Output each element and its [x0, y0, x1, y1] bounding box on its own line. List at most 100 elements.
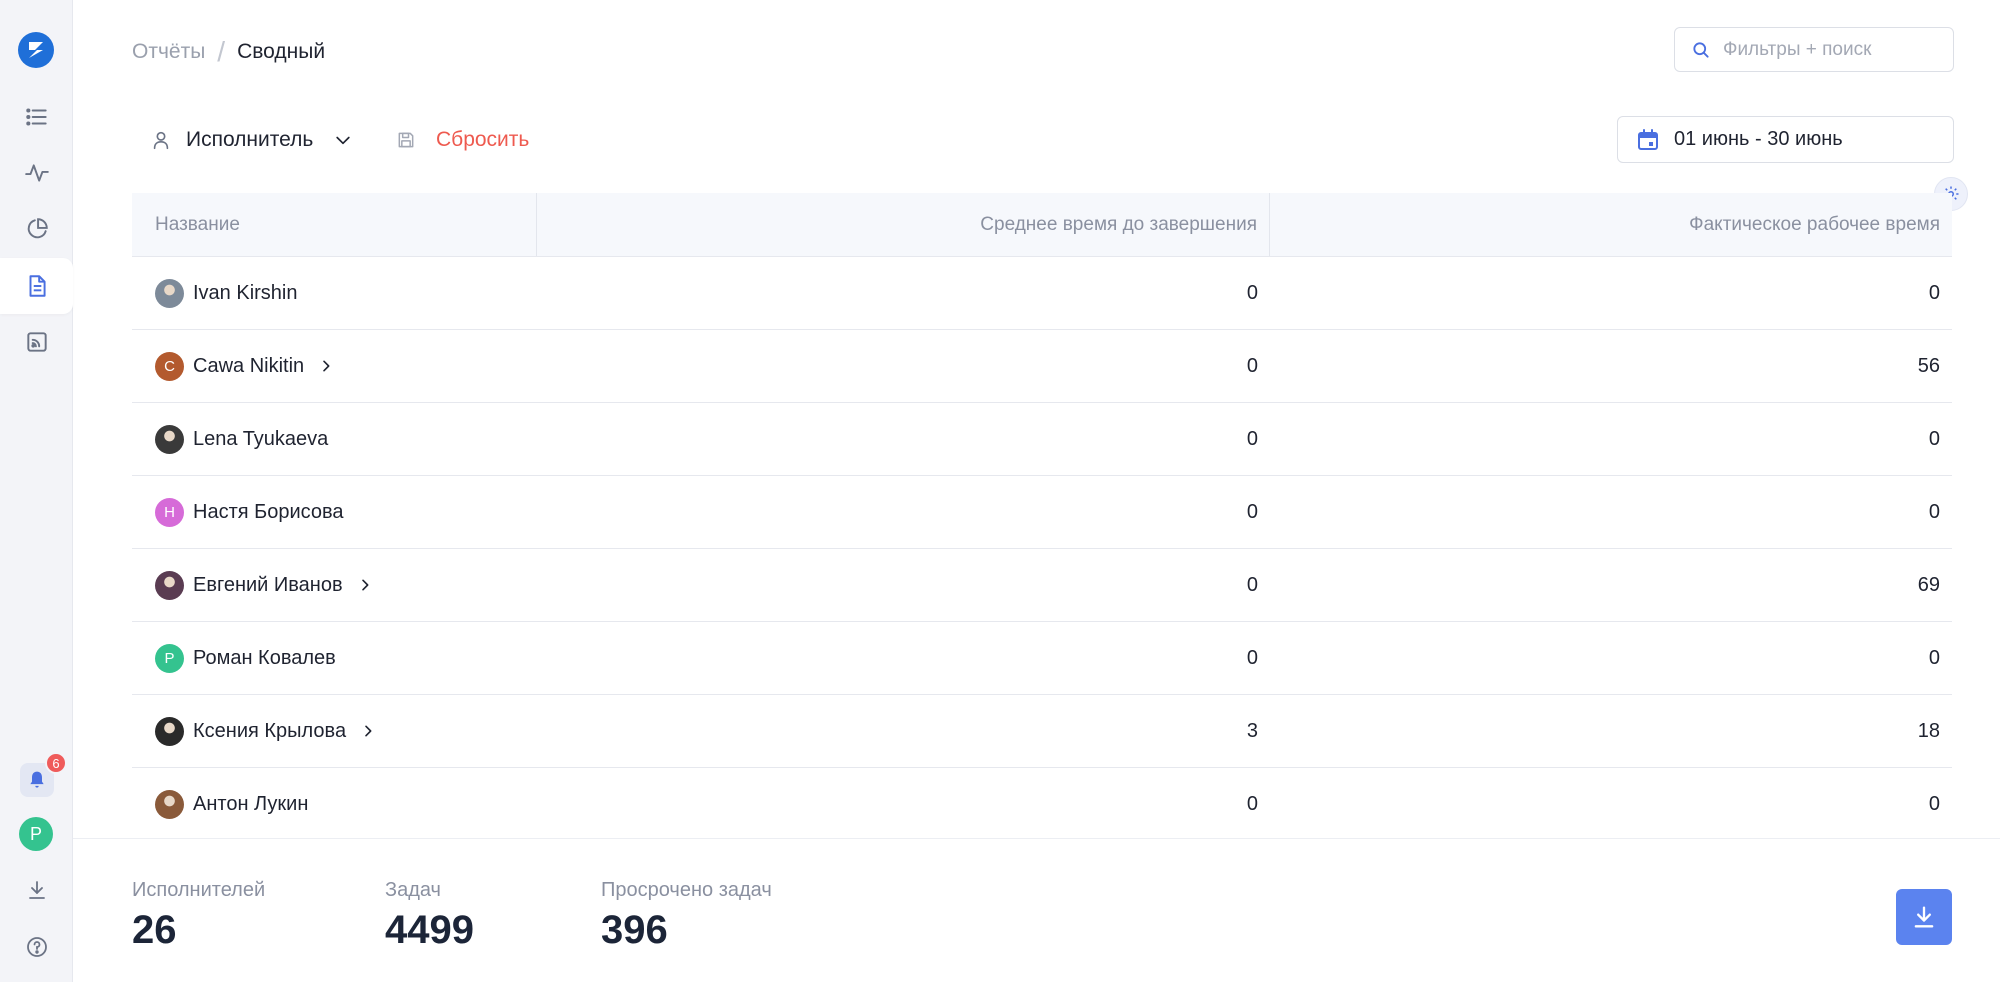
assignee-name[interactable]: Ivan Kirshin — [193, 282, 298, 305]
cell-avg-time: 0 — [1246, 354, 1258, 377]
stat-value: 4499 — [385, 908, 474, 952]
table-body: Ivan Kirshin 0 0 C Cawa Nikitin 0 56 Lena Tyuka… — [132, 257, 1952, 841]
assignee-name[interactable]: Роман Ковалев — [193, 647, 336, 670]
list-icon — [25, 108, 47, 126]
assignee-name[interactable]: Антон Лукин — [193, 793, 308, 816]
cell-name: Ivan Kirshin — [132, 278, 537, 308]
date-range-picker[interactable]: 01 июнь - 30 июнь — [1617, 116, 1954, 163]
cell-avg-time: 3 — [1246, 719, 1258, 742]
calendar-icon — [1638, 128, 1658, 150]
download-icon — [28, 881, 45, 899]
table-row[interactable]: C Cawa Nikitin 0 56 — [132, 330, 1952, 403]
breadcrumb-current: Сводный — [237, 40, 326, 63]
avatar: Н — [155, 497, 184, 527]
stat-tasks: Задач 4499 — [385, 879, 474, 953]
avatar — [155, 278, 184, 308]
notifications-badge: 6 — [45, 752, 67, 774]
table-header: Название Среднее время до завершения Фак… — [132, 193, 1952, 257]
summary-footer: Исполнителей 26 Задач 4499 Просрочено за… — [73, 838, 2000, 982]
group-by-label: Исполнитель — [186, 128, 314, 151]
avatar — [155, 716, 184, 746]
report-table: Название Среднее время до завершения Фак… — [132, 193, 1952, 841]
cell-avg-time: 0 — [1246, 500, 1258, 523]
table-row[interactable]: Антон Лукин 0 0 — [132, 768, 1952, 841]
cell-name: Антон Лукин — [132, 789, 537, 819]
assignee-name[interactable]: Настя Борисова — [193, 501, 344, 524]
nav-feed[interactable] — [0, 314, 73, 370]
table-row[interactable]: Р Роман Ковалев 0 0 — [132, 622, 1952, 695]
save-icon — [398, 132, 414, 148]
stat-label: Просрочено задач — [601, 879, 772, 901]
cell-actual-time: 18 — [1917, 719, 1940, 742]
bell-icon — [30, 771, 44, 788]
logo-icon[interactable] — [18, 32, 54, 68]
table-row[interactable]: Ксения Крылова 3 18 — [132, 695, 1952, 768]
nav-activity[interactable] — [0, 145, 73, 201]
chevron-right-icon[interactable] — [318, 358, 334, 374]
stat-label: Исполнителей — [132, 879, 266, 901]
avatar — [155, 789, 184, 819]
avatar — [155, 570, 184, 600]
nav-tasks[interactable] — [0, 89, 73, 145]
stat-label: Задач — [385, 879, 441, 901]
chevron-down-icon — [336, 136, 350, 145]
date-range-label: 01 июнь - 30 июнь — [1674, 128, 1843, 150]
stat-overdue: Просрочено задач 396 — [601, 879, 772, 953]
assignee-name[interactable]: Ксения Крылова — [193, 720, 346, 743]
cell-actual-time: 56 — [1917, 354, 1940, 377]
nav-analytics[interactable] — [0, 201, 73, 257]
cell-name: C Cawa Nikitin — [132, 351, 537, 381]
chevron-right-icon[interactable] — [360, 723, 376, 739]
assignee-name[interactable]: Lena Tyukaeva — [193, 428, 328, 451]
cell-actual-time: 0 — [1928, 281, 1940, 304]
help-button[interactable] — [0, 927, 73, 967]
table-row[interactable]: Ivan Kirshin 0 0 — [132, 257, 1952, 330]
breadcrumb-separator: / — [217, 36, 226, 67]
reset-button[interactable]: Сбросить — [396, 128, 529, 152]
nav-reports[interactable] — [0, 258, 73, 314]
cell-avg-time: 0 — [1246, 427, 1258, 450]
column-header-name[interactable]: Название — [132, 193, 537, 256]
cell-avg-time: 0 — [1246, 281, 1258, 304]
cell-actual-time: 0 — [1928, 646, 1940, 669]
cell-actual-time: 0 — [1928, 500, 1940, 523]
cell-name: Р Роман Ковалев — [132, 643, 537, 673]
group-by-dropdown[interactable]: Исполнитель — [150, 128, 353, 152]
assignee-name[interactable]: Cawa Nikitin — [193, 355, 304, 378]
feed-icon — [26, 332, 47, 352]
avatar: Р — [155, 643, 184, 673]
column-header-avg-time[interactable]: Среднее время до завершения — [537, 193, 1270, 256]
export-button[interactable] — [1896, 889, 1952, 945]
breadcrumb-parent[interactable]: Отчёты — [132, 40, 205, 64]
document-icon — [29, 275, 46, 297]
cell-name: Lena Tyukaeva — [132, 424, 537, 454]
download-icon — [1914, 906, 1934, 928]
search-icon — [1693, 41, 1709, 58]
cell-name: Н Настя Борисова — [132, 497, 537, 527]
search-input[interactable] — [1723, 38, 1943, 61]
avatar — [155, 424, 184, 454]
cell-avg-time: 0 — [1246, 792, 1258, 815]
pie-chart-icon — [27, 218, 48, 239]
column-header-actual-time[interactable]: Фактическое рабочее время — [1270, 193, 1952, 256]
stat-value: 396 — [601, 908, 668, 952]
chevron-right-icon[interactable] — [357, 577, 373, 593]
breadcrumb: Отчёты / Сводный — [132, 36, 325, 68]
search-box[interactable] — [1674, 27, 1954, 72]
user-avatar[interactable]: Р — [19, 817, 53, 851]
user-icon — [153, 131, 169, 150]
avatar: C — [155, 351, 184, 381]
download-nav-button[interactable] — [0, 870, 73, 910]
assignee-name[interactable]: Евгений Иванов — [193, 574, 343, 597]
help-icon — [26, 937, 47, 957]
cell-actual-time: 69 — [1917, 573, 1940, 596]
sidebar: 6 Р — [0, 0, 73, 982]
table-row[interactable]: Lena Tyukaeva 0 0 — [132, 403, 1952, 476]
stat-executors: Исполнителей 26 — [132, 879, 265, 953]
cell-name: Ксения Крылова — [132, 716, 537, 746]
cell-avg-time: 0 — [1246, 646, 1258, 669]
cell-actual-time: 0 — [1928, 792, 1940, 815]
table-row[interactable]: Н Настя Борисова 0 0 — [132, 476, 1952, 549]
table-row[interactable]: Евгений Иванов 0 69 — [132, 549, 1952, 622]
cell-actual-time: 0 — [1928, 427, 1940, 450]
